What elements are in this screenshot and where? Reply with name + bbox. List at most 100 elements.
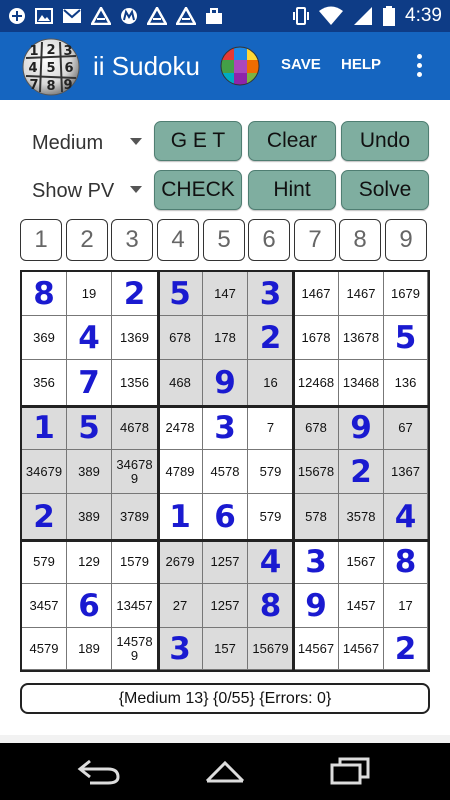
grid-cell[interactable]: 678 xyxy=(294,406,339,450)
grid-cell[interactable]: 13678 xyxy=(339,316,384,360)
grid-cell[interactable]: 34679 xyxy=(22,450,67,494)
grid-cell[interactable]: 3 xyxy=(248,272,294,316)
home-icon[interactable] xyxy=(201,755,249,787)
grid-cell[interactable]: 389 xyxy=(67,494,112,540)
grid-cell[interactable]: 468 xyxy=(158,360,203,406)
grid-cell[interactable]: 13468 xyxy=(339,360,384,406)
grid-cell[interactable]: 12468 xyxy=(294,360,339,406)
grid-cell[interactable]: 389 xyxy=(67,450,112,494)
grid-cell[interactable]: 189 xyxy=(67,628,112,670)
grid-cell[interactable]: 1457 xyxy=(339,584,384,628)
grid-cell[interactable]: 2 xyxy=(384,628,428,670)
save-button[interactable]: SAVE xyxy=(281,56,321,73)
grid-cell[interactable]: 3789 xyxy=(112,494,158,540)
grid-cell[interactable]: 1356 xyxy=(112,360,158,406)
overflow-menu-icon[interactable] xyxy=(412,54,426,80)
undo-button[interactable]: Undo xyxy=(341,121,429,161)
grid-cell[interactable]: 9 xyxy=(339,406,384,450)
grid-cell[interactable]: 1367 xyxy=(384,450,428,494)
solve-button[interactable]: Solve xyxy=(341,170,429,210)
grid-cell[interactable]: 356 xyxy=(22,360,67,406)
grid-cell[interactable]: 9 xyxy=(294,584,339,628)
grid-cell[interactable]: 3457 xyxy=(22,584,67,628)
grid-cell[interactable]: 579 xyxy=(248,494,294,540)
grid-cell[interactable]: 3 xyxy=(158,628,203,670)
grid-cell[interactable]: 7 xyxy=(248,406,294,450)
grid-cell[interactable]: 5 xyxy=(158,272,203,316)
grid-cell[interactable]: 14567 xyxy=(294,628,339,670)
grid-cell[interactable]: 8 xyxy=(248,584,294,628)
number-button-7[interactable]: 7 xyxy=(294,219,336,261)
number-button-5[interactable]: 5 xyxy=(203,219,245,261)
grid-cell[interactable]: 1467 xyxy=(339,272,384,316)
grid-cell[interactable]: 678 xyxy=(158,316,203,360)
grid-cell[interactable]: 147 xyxy=(203,272,248,316)
grid-cell[interactable]: 1679 xyxy=(384,272,428,316)
grid-cell[interactable]: 4 xyxy=(384,494,428,540)
grid-cell[interactable]: 2679 xyxy=(158,540,203,584)
grid-cell[interactable]: 178 xyxy=(203,316,248,360)
grid-cell[interactable]: 2 xyxy=(248,316,294,360)
grid-cell[interactable]: 6 xyxy=(203,494,248,540)
number-button-6[interactable]: 6 xyxy=(248,219,290,261)
grid-cell[interactable]: 15679 xyxy=(248,628,294,670)
grid-cell[interactable]: 4678 xyxy=(112,406,158,450)
grid-cell[interactable]: 5 xyxy=(384,316,428,360)
grid-cell[interactable]: 7 xyxy=(67,360,112,406)
grid-cell[interactable]: 15678 xyxy=(294,450,339,494)
color-palette-icon[interactable] xyxy=(220,46,260,86)
grid-cell[interactable]: 579 xyxy=(22,540,67,584)
grid-cell[interactable]: 19 xyxy=(67,272,112,316)
grid-cell[interactable]: 129 xyxy=(67,540,112,584)
grid-cell[interactable]: 17 xyxy=(384,584,428,628)
help-button[interactable]: HELP xyxy=(341,56,381,73)
number-button-9[interactable]: 9 xyxy=(385,219,427,261)
grid-cell[interactable]: 13457 xyxy=(112,584,158,628)
grid-cell[interactable]: 1 xyxy=(22,406,67,450)
grid-cell[interactable]: 1257 xyxy=(203,584,248,628)
grid-cell[interactable]: 1567 xyxy=(339,540,384,584)
grid-cell[interactable]: 145789 xyxy=(112,628,158,670)
hint-button[interactable]: Hint xyxy=(248,170,336,210)
grid-cell[interactable]: 6 xyxy=(67,584,112,628)
grid-cell[interactable]: 4789 xyxy=(158,450,203,494)
grid-cell[interactable]: 3578 xyxy=(339,494,384,540)
grid-cell[interactable]: 136 xyxy=(384,360,428,406)
grid-cell[interactable]: 16 xyxy=(248,360,294,406)
clear-button[interactable]: Clear xyxy=(248,121,336,161)
grid-cell[interactable]: 578 xyxy=(294,494,339,540)
grid-cell[interactable]: 5 xyxy=(67,406,112,450)
grid-cell[interactable]: 1257 xyxy=(203,540,248,584)
grid-cell[interactable]: 67 xyxy=(384,406,428,450)
grid-cell[interactable]: 579 xyxy=(248,450,294,494)
mode-dropdown[interactable]: Show PV xyxy=(22,172,146,208)
grid-cell[interactable]: 8 xyxy=(384,540,428,584)
grid-cell[interactable]: 1579 xyxy=(112,540,158,584)
grid-cell[interactable]: 369 xyxy=(22,316,67,360)
grid-cell[interactable]: 1678 xyxy=(294,316,339,360)
grid-cell[interactable]: 2 xyxy=(339,450,384,494)
grid-cell[interactable]: 27 xyxy=(158,584,203,628)
number-button-8[interactable]: 8 xyxy=(339,219,381,261)
grid-cell[interactable]: 2478 xyxy=(158,406,203,450)
back-icon[interactable] xyxy=(76,755,122,787)
grid-cell[interactable]: 1 xyxy=(158,494,203,540)
grid-cell[interactable]: 346789 xyxy=(112,450,158,494)
grid-cell[interactable]: 4578 xyxy=(203,450,248,494)
grid-cell[interactable]: 1467 xyxy=(294,272,339,316)
grid-cell[interactable]: 9 xyxy=(203,360,248,406)
get-button[interactable]: G E T xyxy=(154,121,242,161)
number-button-2[interactable]: 2 xyxy=(66,219,108,261)
check-button[interactable]: CHECK xyxy=(154,170,242,210)
grid-cell[interactable]: 1369 xyxy=(112,316,158,360)
sudoku-ball-logo-icon[interactable]: 1 2 3 4 5 6 7 8 9 xyxy=(22,38,80,96)
grid-cell[interactable]: 8 xyxy=(22,272,67,316)
grid-cell[interactable]: 4579 xyxy=(22,628,67,670)
difficulty-dropdown[interactable]: Medium xyxy=(22,124,146,160)
grid-cell[interactable]: 14567 xyxy=(339,628,384,670)
number-button-4[interactable]: 4 xyxy=(157,219,199,261)
number-button-3[interactable]: 3 xyxy=(111,219,153,261)
grid-cell[interactable]: 3 xyxy=(294,540,339,584)
grid-cell[interactable]: 2 xyxy=(112,272,158,316)
grid-cell[interactable]: 3 xyxy=(203,406,248,450)
